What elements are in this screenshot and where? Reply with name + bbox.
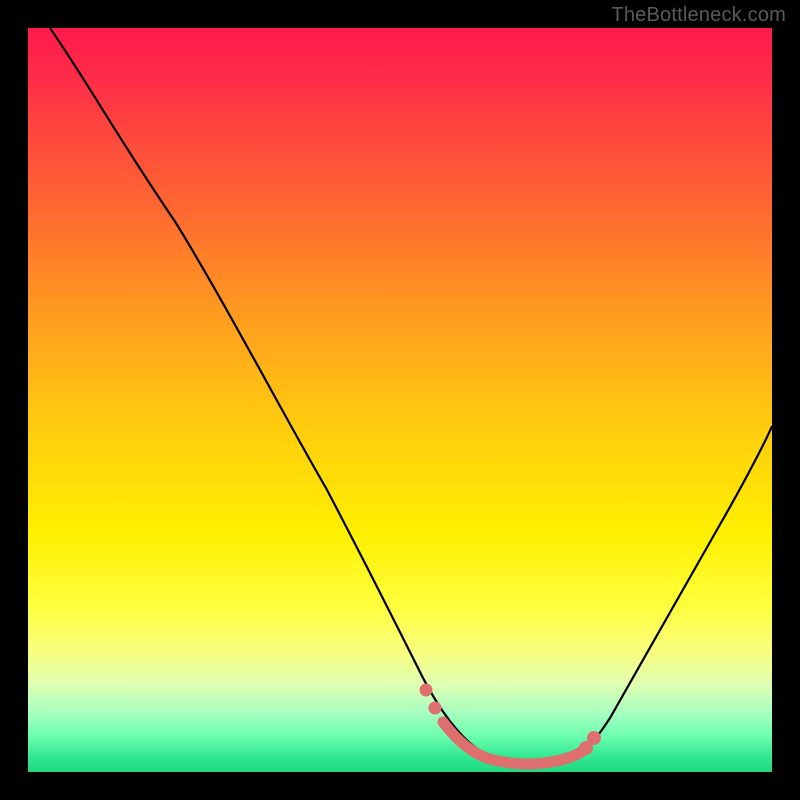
plot-area xyxy=(28,28,772,772)
bottleneck-curve xyxy=(50,28,772,764)
highlight-marker-icon xyxy=(429,702,442,715)
highlight-marker-icon xyxy=(420,684,433,697)
watermark-text: TheBottleneck.com xyxy=(611,4,786,27)
chart-frame: TheBottleneck.com xyxy=(0,0,800,800)
chart-svg xyxy=(28,28,772,772)
highlight-marker-icon xyxy=(587,731,601,745)
optimal-range-highlight xyxy=(443,722,584,764)
